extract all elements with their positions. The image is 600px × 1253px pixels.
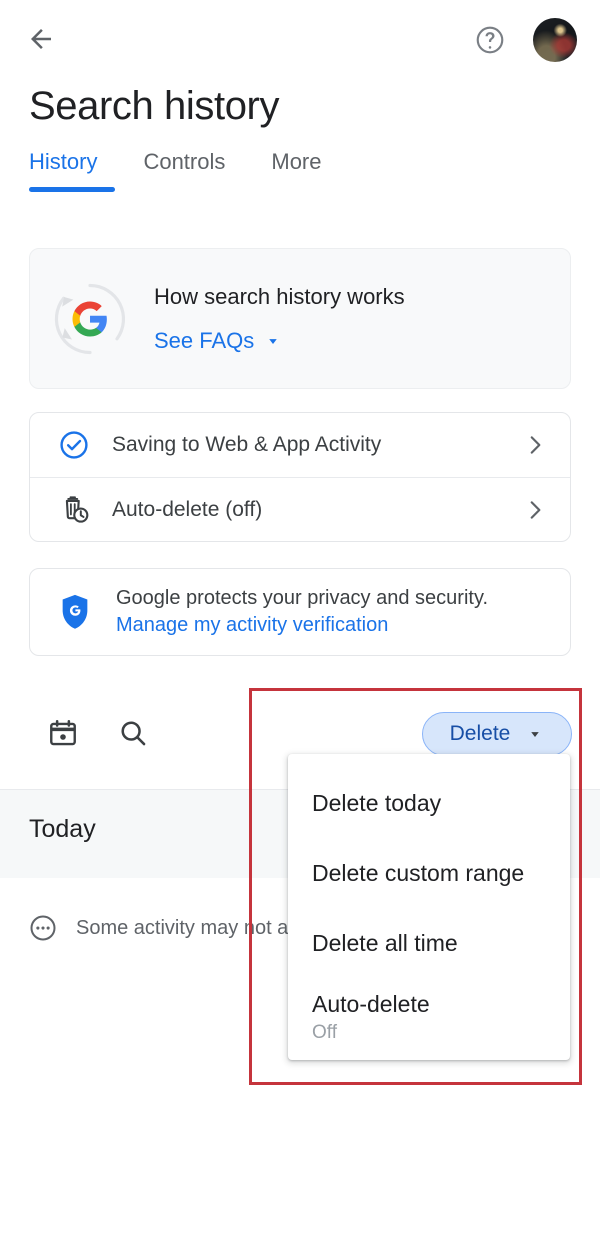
calendar-range-button[interactable] — [40, 710, 86, 756]
menu-item-label: Delete today — [312, 788, 546, 818]
menu-item-label: Delete custom range — [312, 858, 546, 888]
menu-item-sublabel: Off — [312, 1021, 546, 1045]
google-history-logo-icon — [30, 276, 150, 362]
back-arrow-icon — [26, 24, 56, 54]
see-faqs-link[interactable]: See FAQs — [154, 327, 405, 355]
menu-item-label: Delete all time — [312, 928, 546, 958]
manage-activity-verification-link[interactable]: Manage my activity verification — [116, 612, 488, 639]
help-circle-icon — [474, 24, 506, 56]
search-button[interactable] — [110, 710, 156, 756]
menu-item-auto-delete[interactable]: Auto-delete Off — [288, 978, 570, 1056]
row-label: Saving to Web & App Activity — [112, 431, 522, 459]
tab-history[interactable]: History — [29, 148, 119, 192]
tab-more[interactable]: More — [271, 148, 343, 192]
menu-item-label: Auto-delete — [312, 989, 546, 1019]
chevron-right-icon — [522, 497, 548, 523]
caret-down-icon — [526, 725, 544, 743]
more-horiz-circle-icon — [28, 913, 76, 943]
delete-button-label: Delete — [450, 721, 511, 747]
chevron-down-icon — [264, 332, 282, 350]
faq-title: How search history works — [154, 282, 405, 312]
privacy-statement: Google protects your privacy and securit… — [116, 585, 488, 612]
menu-item-delete-all-time[interactable]: Delete all time — [288, 908, 570, 978]
help-button[interactable] — [470, 20, 510, 60]
calendar-range-icon — [47, 717, 79, 749]
see-faqs-label: See FAQs — [154, 327, 254, 355]
tab-bar: History Controls More — [29, 148, 344, 192]
how-search-history-works-card: How search history works See FAQs — [29, 248, 571, 389]
delete-dropdown-menu: Delete today Delete custom range Delete … — [288, 754, 570, 1060]
settings-card: Saving to Web & App Activity Auto-delete… — [29, 412, 571, 542]
check-circle-icon — [58, 429, 112, 461]
row-auto-delete[interactable]: Auto-delete (off) — [30, 477, 570, 541]
delete-button[interactable]: Delete — [422, 712, 572, 756]
menu-item-delete-custom-range[interactable]: Delete custom range — [288, 838, 570, 908]
search-history-screen: Search history History Controls More — [0, 0, 600, 1253]
page-title: Search history — [29, 80, 279, 132]
google-shield-icon — [58, 593, 112, 631]
back-button[interactable] — [20, 18, 62, 60]
menu-item-delete-today[interactable]: Delete today — [288, 768, 570, 838]
row-label: Auto-delete (off) — [112, 496, 522, 524]
faq-text-block: How search history works See FAQs — [150, 282, 405, 355]
today-heading: Today — [29, 812, 96, 846]
privacy-text-block: Google protects your privacy and securit… — [112, 585, 488, 639]
activity-notice-text: Some activity may not a — [76, 915, 288, 942]
row-saving-to-web-and-app-activity[interactable]: Saving to Web & App Activity — [30, 413, 570, 477]
app-bar — [0, 0, 600, 76]
chevron-right-icon — [522, 432, 548, 458]
avatar[interactable] — [533, 18, 577, 62]
search-icon — [117, 717, 149, 749]
auto-delete-icon — [58, 493, 112, 527]
privacy-card: Google protects your privacy and securit… — [29, 568, 571, 656]
tab-controls[interactable]: Controls — [143, 148, 247, 192]
